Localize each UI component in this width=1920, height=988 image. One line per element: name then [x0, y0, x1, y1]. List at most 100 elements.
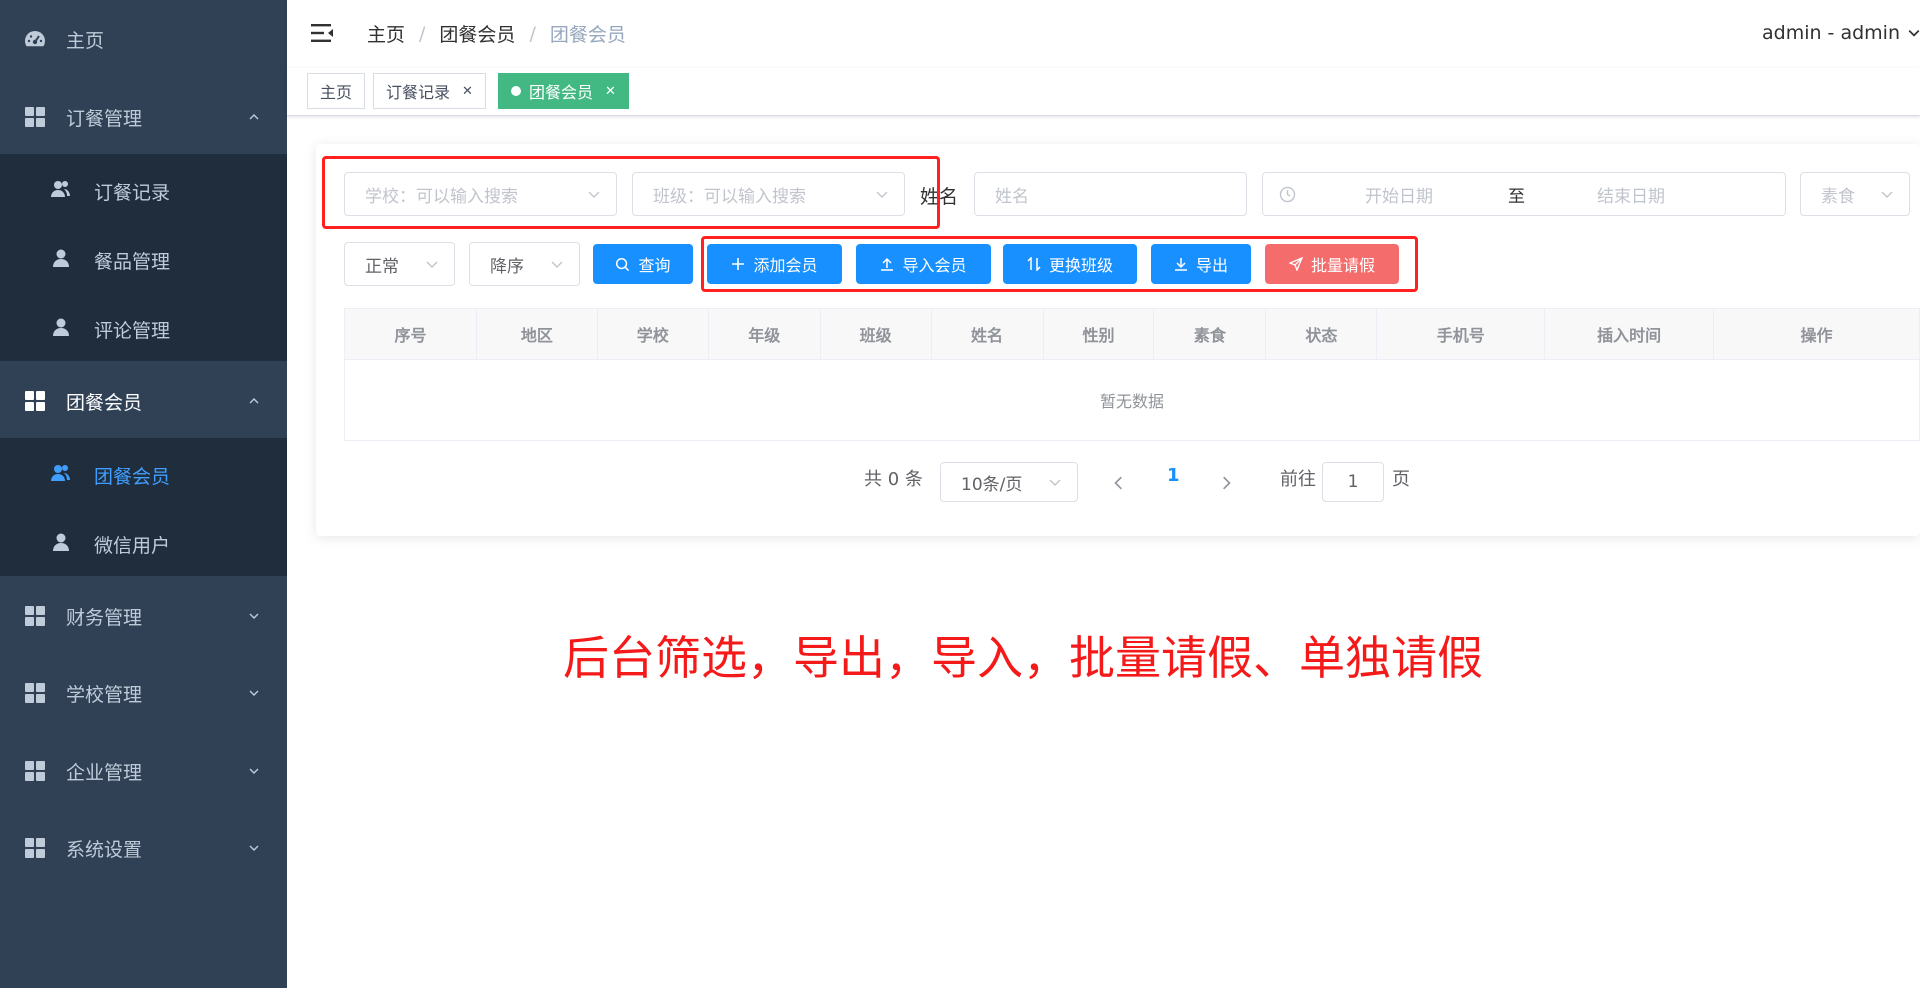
- chevron-up-icon: [249, 398, 259, 404]
- goto-label: 前往: [1280, 469, 1316, 490]
- sidebar-item-label: 微信用户: [94, 535, 171, 557]
- annotation-caption: 后台筛选，导出，导入，批量请假、单独请假: [563, 631, 1483, 685]
- sidebar-item-label: 订餐管理: [66, 107, 143, 130]
- column-header: 学校: [596, 308, 709, 360]
- clock-icon: [1279, 186, 1296, 203]
- search-icon: [616, 257, 630, 271]
- grid-icon: [24, 760, 46, 782]
- prev-page-icon[interactable]: [1113, 476, 1125, 490]
- column-header: 姓名: [930, 308, 1044, 360]
- user-name: admin - admin: [1761, 22, 1900, 44]
- search-button[interactable]: 查询: [593, 244, 693, 284]
- sidebar-item-order-management[interactable]: 订餐管理: [0, 94, 287, 140]
- close-icon[interactable]: ✕: [462, 84, 473, 99]
- end-date-placeholder: 结束日期: [1597, 186, 1665, 207]
- status-select-value: 正常: [365, 256, 399, 277]
- sidebar-item-label: 学校管理: [66, 683, 143, 706]
- sidebar-item-label: 系统设置: [66, 838, 143, 861]
- date-range-picker[interactable]: 开始日期 至 结束日期: [1262, 172, 1786, 216]
- page-size-select[interactable]: 10条/页: [940, 462, 1078, 502]
- sidebar-item-group-members[interactable]: 团餐会员: [0, 378, 287, 424]
- tag-home[interactable]: 主页: [307, 73, 366, 109]
- breadcrumb-group-members[interactable]: 团餐会员: [439, 20, 515, 47]
- sidebar-item-enterprise[interactable]: 企业管理: [0, 748, 287, 794]
- sidebar-item-settings[interactable]: 系统设置: [0, 825, 287, 871]
- tags-view: 主页 订餐记录 ✕ 团餐会员 ✕: [287, 68, 1920, 116]
- column-header: 插入时间: [1544, 308, 1715, 360]
- search-button-label: 查询: [638, 256, 671, 275]
- user-icon: [50, 531, 72, 553]
- empty-text: 暂无数据: [344, 359, 1920, 441]
- grid-icon: [24, 682, 46, 704]
- breadcrumb-current: 团餐会员: [549, 24, 626, 46]
- column-header: 操作: [1713, 308, 1920, 360]
- tag-label: 团餐会员: [529, 83, 594, 102]
- sidebar-item-label: 团餐会员: [94, 466, 171, 488]
- breadcrumb-separator: /: [419, 22, 426, 45]
- sidebar-item-label: 财务管理: [66, 606, 143, 629]
- status-select[interactable]: 正常: [344, 242, 455, 286]
- chevron-down-icon: [1881, 191, 1893, 198]
- page-number-current[interactable]: 1: [1167, 465, 1180, 486]
- grid-icon: [24, 837, 46, 859]
- goto-page-value: 1: [1347, 472, 1359, 492]
- order-select-value: 降序: [490, 256, 524, 277]
- chevron-down-icon: [551, 261, 563, 268]
- grid-icon: [24, 390, 46, 412]
- user-icon: [50, 316, 72, 338]
- breadcrumb-home[interactable]: 主页: [367, 20, 405, 47]
- column-header: 班级: [819, 308, 932, 360]
- goto-page-input[interactable]: 1: [1322, 462, 1384, 502]
- chevron-down-icon: [1049, 479, 1061, 486]
- tag-group-members[interactable]: 团餐会员 ✕: [498, 73, 629, 109]
- chevron-down-icon: [1908, 30, 1920, 37]
- sidebar-item-school[interactable]: 学校管理: [0, 670, 287, 716]
- dashboard-icon: [24, 28, 46, 50]
- sidebar: 主页 订餐管理 订餐记录 餐品管理 评论管理 团餐会员 团餐会员 微信用户 财务…: [0, 0, 287, 988]
- sidebar-item-finance[interactable]: 财务管理: [0, 593, 287, 639]
- grid-icon: [24, 106, 46, 128]
- hamburger-icon[interactable]: [311, 22, 335, 44]
- peoples-icon: [50, 462, 72, 484]
- chevron-down-icon: [426, 261, 438, 268]
- members-table: 序号 地区 学校 年级 班级 姓名 性别 素食 状态 手机号 插入时间 操作 暂…: [344, 308, 1920, 441]
- breadcrumb-separator: /: [529, 22, 536, 45]
- vegetarian-select[interactable]: 素食: [1800, 172, 1910, 216]
- sidebar-item-label: 订餐记录: [94, 182, 171, 204]
- navbar: 主页 / 团餐会员 / 团餐会员 admin - admin: [287, 0, 1920, 68]
- peoples-icon: [50, 178, 72, 200]
- grid-icon: [24, 605, 46, 627]
- chevron-down-icon: [249, 768, 259, 774]
- chevron-down-icon: [249, 690, 259, 696]
- user-menu[interactable]: admin - admin: [1762, 22, 1920, 44]
- annotation-box-actions: [701, 236, 1418, 292]
- column-header: 素食: [1153, 308, 1267, 360]
- active-dot-icon: [511, 86, 521, 96]
- column-header: 年级: [707, 308, 821, 360]
- sidebar-item-label: 餐品管理: [94, 251, 171, 273]
- table-empty-row: 暂无数据: [344, 359, 1920, 441]
- annotation-box-filters: [322, 156, 940, 229]
- sidebar-item-group-members-sub[interactable]: 团餐会员: [0, 450, 287, 496]
- start-date-placeholder: 开始日期: [1365, 186, 1433, 207]
- page-suffix: 页: [1392, 469, 1410, 490]
- chevron-down-icon: [249, 845, 259, 851]
- name-input[interactable]: 姓名: [974, 172, 1247, 216]
- tag-order-records[interactable]: 订餐记录 ✕: [373, 73, 486, 109]
- sidebar-item-home[interactable]: 主页: [0, 16, 287, 62]
- sidebar-item-comment-management[interactable]: 评论管理: [0, 304, 287, 350]
- column-header: 状态: [1265, 308, 1378, 360]
- table-header-row: 序号 地区 学校 年级 班级 姓名 性别 素食 状态 手机号 插入时间 操作: [344, 308, 1920, 360]
- close-icon[interactable]: ✕: [605, 84, 616, 99]
- date-separator: 至: [1508, 186, 1525, 207]
- page-size-value: 10条/页: [961, 474, 1023, 495]
- sidebar-item-label: 团餐会员: [66, 391, 143, 414]
- sidebar-item-wechat-users[interactable]: 微信用户: [0, 519, 287, 565]
- sidebar-item-order-records[interactable]: 订餐记录: [0, 166, 287, 212]
- order-select[interactable]: 降序: [469, 242, 580, 286]
- breadcrumb: 主页 / 团餐会员 / 团餐会员: [367, 20, 626, 47]
- user-icon: [50, 247, 72, 269]
- chevron-up-icon: [249, 114, 259, 120]
- sidebar-item-meal-management[interactable]: 餐品管理: [0, 235, 287, 281]
- next-page-icon[interactable]: [1220, 476, 1232, 490]
